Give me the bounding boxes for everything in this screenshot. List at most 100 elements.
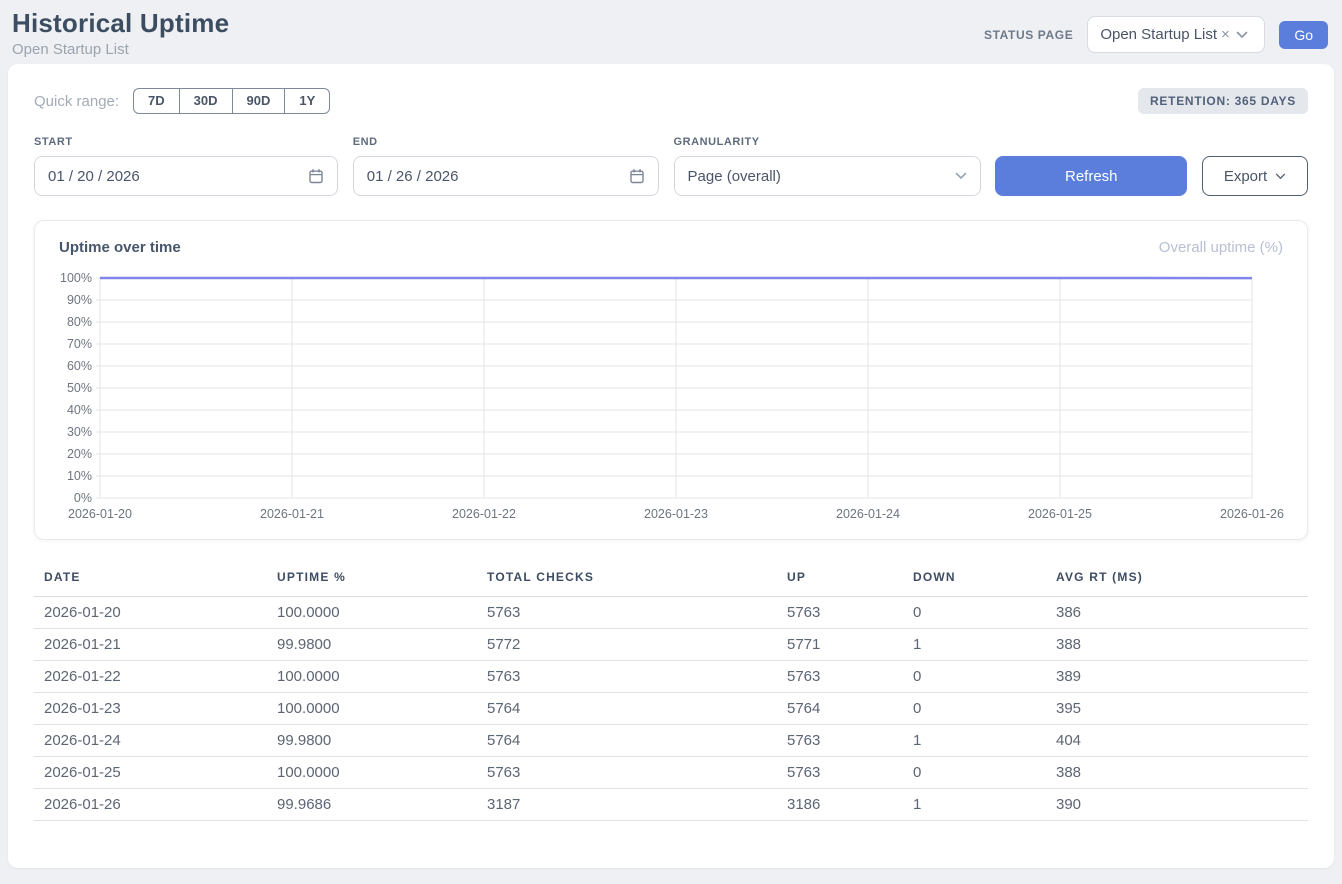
table-cell: 2026-01-26 xyxy=(34,789,277,821)
start-date-input[interactable]: 01 / 20 / 2026 xyxy=(34,156,338,196)
chevron-down-icon xyxy=(955,172,967,180)
table-cell: 100.0000 xyxy=(277,757,487,789)
column-header: DATE xyxy=(34,566,277,597)
table-cell: 2026-01-23 xyxy=(34,693,277,725)
chevron-down-icon xyxy=(1236,31,1248,39)
start-field-group: START 01 / 20 / 2026 xyxy=(34,136,338,196)
table-cell: 99.9800 xyxy=(277,725,487,757)
granularity-value: Page (overall) xyxy=(688,168,781,185)
svg-text:60%: 60% xyxy=(67,359,92,373)
table-row: 2026-01-25100.0000576357630388 xyxy=(34,757,1308,789)
status-page-select[interactable]: Open Startup List × xyxy=(1087,16,1265,53)
table-cell: 5763 xyxy=(787,597,913,629)
table-row: 2026-01-20100.0000576357630386 xyxy=(34,597,1308,629)
status-page-value: Open Startup List xyxy=(1100,26,1217,43)
header-titles: Historical Uptime Open Startup List xyxy=(12,8,229,58)
end-date-value: 01 / 26 / 2026 xyxy=(367,168,459,185)
table-cell: 2026-01-22 xyxy=(34,661,277,693)
table-cell: 0 xyxy=(913,597,1056,629)
table-cell: 5771 xyxy=(787,629,913,661)
granularity-field-group: GRANULARITY Page (overall) xyxy=(674,136,981,196)
svg-text:2026-01-23: 2026-01-23 xyxy=(644,507,708,521)
status-page-controls: STATUS PAGE Open Startup List × Go xyxy=(984,16,1328,53)
end-label: END xyxy=(353,136,659,148)
svg-text:2026-01-20: 2026-01-20 xyxy=(68,507,132,521)
calendar-icon[interactable] xyxy=(308,168,324,184)
table-cell: 5764 xyxy=(787,693,913,725)
table-cell: 2026-01-25 xyxy=(34,757,277,789)
chart-title: Uptime over time xyxy=(59,239,181,256)
quick-range-30d-button[interactable]: 30D xyxy=(179,88,233,114)
go-button[interactable]: Go xyxy=(1279,21,1328,49)
table-row: 2026-01-2199.9800577257711388 xyxy=(34,629,1308,661)
column-header: UP xyxy=(787,566,913,597)
svg-text:50%: 50% xyxy=(67,381,92,395)
end-date-input[interactable]: 01 / 26 / 2026 xyxy=(353,156,659,196)
table-cell: 100.0000 xyxy=(277,693,487,725)
table-body: 2026-01-20100.00005763576303862026-01-21… xyxy=(34,597,1308,821)
table-cell: 5763 xyxy=(487,597,787,629)
clear-icon[interactable]: × xyxy=(1221,26,1230,43)
quick-range-7d-button[interactable]: 7D xyxy=(133,88,180,114)
start-label: START xyxy=(34,136,338,148)
table-row: 2026-01-2499.9800576457631404 xyxy=(34,725,1308,757)
table-cell: 1 xyxy=(913,725,1056,757)
uptime-chart: 0%10%20%30%40%50%60%70%80%90%100%2026-01… xyxy=(55,266,1287,524)
main-panel: Quick range: 7D30D90D1Y RETENTION: 365 D… xyxy=(8,64,1334,868)
export-button[interactable]: Export xyxy=(1202,156,1308,196)
table-cell: 386 xyxy=(1056,597,1308,629)
table-cell: 395 xyxy=(1056,693,1308,725)
calendar-icon[interactable] xyxy=(629,168,645,184)
page-title: Historical Uptime xyxy=(12,8,229,39)
table-cell: 1 xyxy=(913,629,1056,661)
table-cell: 0 xyxy=(913,757,1056,789)
table-row: 2026-01-22100.0000576357630389 xyxy=(34,661,1308,693)
granularity-select[interactable]: Page (overall) xyxy=(674,156,981,196)
table-cell: 2026-01-21 xyxy=(34,629,277,661)
table-cell: 100.0000 xyxy=(277,597,487,629)
svg-text:2026-01-25: 2026-01-25 xyxy=(1028,507,1092,521)
filter-fields-row: START 01 / 20 / 2026 END 01 / 26 / 2026 … xyxy=(34,136,1308,196)
quick-range-90d-button[interactable]: 90D xyxy=(232,88,286,114)
svg-text:30%: 30% xyxy=(67,425,92,439)
granularity-label: GRANULARITY xyxy=(674,136,981,148)
svg-text:2026-01-22: 2026-01-22 xyxy=(452,507,516,521)
column-header: UPTIME % xyxy=(277,566,487,597)
table-cell: 388 xyxy=(1056,629,1308,661)
column-header: TOTAL CHECKS xyxy=(487,566,787,597)
svg-text:2026-01-24: 2026-01-24 xyxy=(836,507,900,521)
table-cell: 5763 xyxy=(787,661,913,693)
table-cell: 1 xyxy=(913,789,1056,821)
table-cell: 3186 xyxy=(787,789,913,821)
table-cell: 99.9800 xyxy=(277,629,487,661)
table-cell: 5764 xyxy=(487,725,787,757)
refresh-button[interactable]: Refresh xyxy=(995,156,1187,196)
table-cell: 5763 xyxy=(787,757,913,789)
table-cell: 389 xyxy=(1056,661,1308,693)
table-cell: 2026-01-24 xyxy=(34,725,277,757)
table-cell: 5763 xyxy=(787,725,913,757)
export-label: Export xyxy=(1224,168,1267,185)
table-cell: 5763 xyxy=(487,757,787,789)
table-cell: 388 xyxy=(1056,757,1308,789)
table-header-row: DATEUPTIME %TOTAL CHECKSUPDOWNAVG RT (MS… xyxy=(34,566,1308,597)
retention-badge: RETENTION: 365 DAYS xyxy=(1138,88,1308,114)
svg-text:70%: 70% xyxy=(67,337,92,351)
svg-text:20%: 20% xyxy=(67,447,92,461)
table-cell: 390 xyxy=(1056,789,1308,821)
table-cell: 2026-01-20 xyxy=(34,597,277,629)
table-cell: 5772 xyxy=(487,629,787,661)
column-header: DOWN xyxy=(913,566,1056,597)
table-row: 2026-01-2699.9686318731861390 xyxy=(34,789,1308,821)
start-date-value: 01 / 20 / 2026 xyxy=(48,168,140,185)
table-cell: 5763 xyxy=(487,661,787,693)
quick-range-label: Quick range: xyxy=(34,93,119,110)
quick-range-row: Quick range: 7D30D90D1Y RETENTION: 365 D… xyxy=(34,88,1308,114)
svg-text:80%: 80% xyxy=(67,315,92,329)
chart-legend: Overall uptime (%) xyxy=(1159,239,1283,256)
table-row: 2026-01-23100.0000576457640395 xyxy=(34,693,1308,725)
quick-range-group: 7D30D90D1Y xyxy=(133,88,330,114)
quick-range-1y-button[interactable]: 1Y xyxy=(284,88,330,114)
end-field-group: END 01 / 26 / 2026 xyxy=(353,136,659,196)
column-header: AVG RT (MS) xyxy=(1056,566,1308,597)
